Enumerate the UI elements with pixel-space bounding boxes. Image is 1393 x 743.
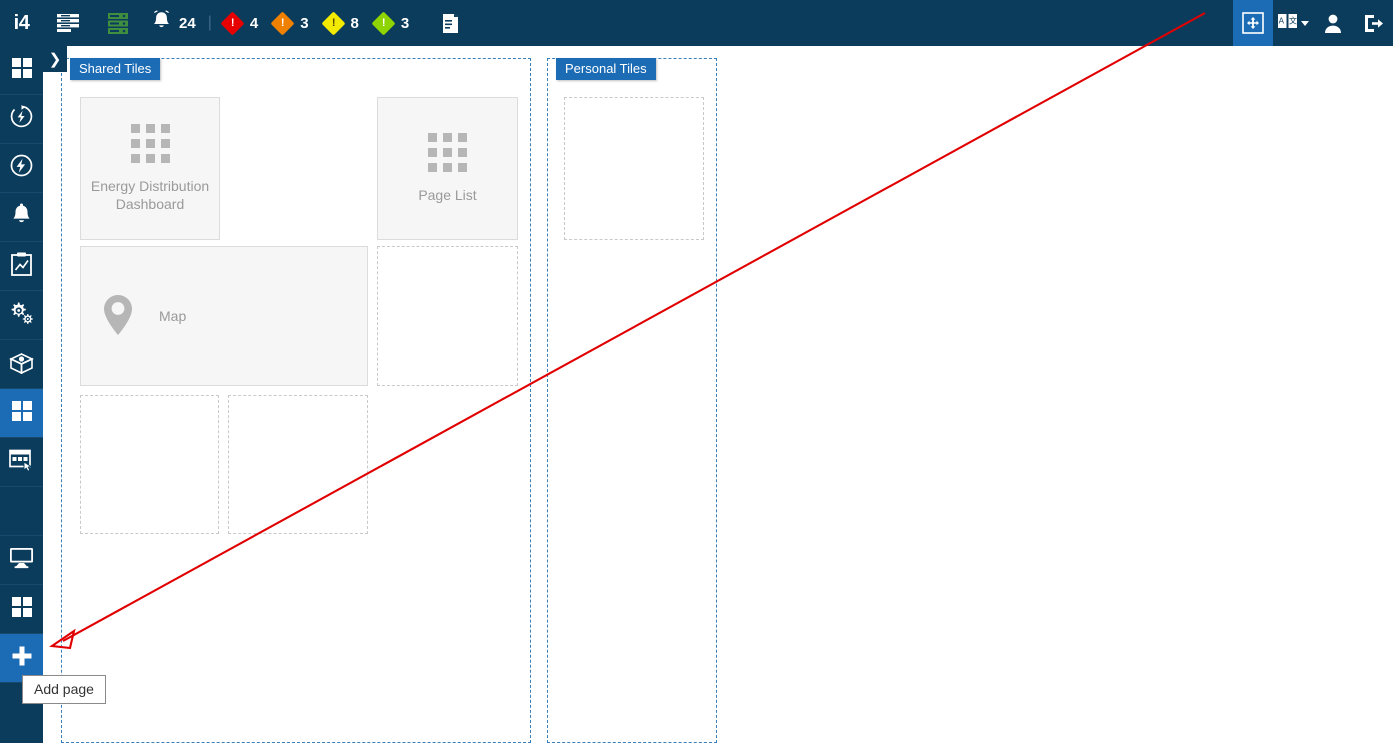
tile-label: Page List bbox=[418, 186, 477, 203]
alarm-low-count: 3 bbox=[400, 14, 410, 32]
tile-placeholder-2[interactable] bbox=[80, 395, 219, 534]
alarm-medium-count: 8 bbox=[350, 14, 359, 32]
energy-refresh-icon bbox=[9, 104, 34, 134]
tile-placeholder-3[interactable] bbox=[228, 395, 368, 534]
sidebar-item-reports[interactable] bbox=[0, 242, 43, 291]
topbar-right-group: A 文 bbox=[1233, 0, 1393, 46]
sidebar-item-forms[interactable] bbox=[0, 438, 43, 487]
grid-9-icon bbox=[130, 123, 170, 163]
tile-map[interactable]: Map bbox=[80, 246, 368, 386]
personal-tiles-zone[interactable]: Personal Tiles bbox=[547, 58, 717, 743]
server-icon[interactable] bbox=[93, 0, 143, 46]
alarm-low-icon bbox=[371, 10, 396, 36]
gears-icon bbox=[9, 301, 35, 330]
tile-placeholder-personal-1[interactable] bbox=[564, 97, 704, 240]
energy-icon bbox=[9, 153, 34, 183]
shared-tiles-zone[interactable]: Shared Tiles Energy Distribution Dashboa… bbox=[61, 58, 531, 743]
alarm-medium-icon bbox=[321, 10, 346, 36]
svg-text:文: 文 bbox=[1289, 15, 1297, 25]
svg-text:A: A bbox=[1279, 16, 1285, 25]
sidebar-item-pages[interactable] bbox=[0, 389, 43, 438]
plus-icon bbox=[10, 644, 34, 673]
separator: | bbox=[207, 14, 212, 31]
notifications-group[interactable]: 24 bbox=[151, 0, 196, 46]
grid-9-icon bbox=[428, 132, 467, 172]
bell-icon bbox=[151, 9, 172, 37]
tile-label: Energy Distribution Dashboard bbox=[90, 177, 210, 212]
alarm-low[interactable]: 3 bbox=[371, 10, 410, 36]
notification-count: 24 bbox=[179, 14, 196, 32]
sidebar-item-dashboard[interactable] bbox=[0, 46, 43, 95]
map-pin-icon bbox=[103, 294, 133, 339]
user-button[interactable] bbox=[1313, 0, 1353, 46]
tile-energy-distribution-dashboard[interactable]: Energy Distribution Dashboard bbox=[80, 97, 220, 240]
add-page-tooltip: Add page bbox=[22, 675, 106, 704]
language-button[interactable]: A 文 bbox=[1273, 0, 1313, 46]
left-sidebar bbox=[0, 46, 43, 743]
alarm-medium[interactable]: 8 bbox=[321, 10, 359, 36]
top-bar: i4 24 | ! 4 ! 3 ! 8 ! 3 A 文 bbox=[0, 0, 1393, 46]
alarm-critical[interactable]: 4 bbox=[220, 10, 259, 36]
chevron-right-icon: ❯ bbox=[48, 50, 62, 68]
bell-icon bbox=[10, 203, 33, 232]
sidebar-item-alarms[interactable] bbox=[0, 193, 43, 242]
form-cursor-icon bbox=[9, 449, 34, 476]
grid-icon bbox=[11, 596, 33, 623]
page-canvas: Shared Tiles Energy Distribution Dashboa… bbox=[43, 46, 1393, 743]
clipboard-chart-icon bbox=[10, 252, 33, 281]
personal-tiles-label: Personal Tiles bbox=[556, 58, 656, 80]
sidebar-item-settings[interactable] bbox=[0, 291, 43, 340]
sidebar-item-spacer bbox=[0, 487, 43, 536]
grid-icon bbox=[11, 400, 33, 427]
alarm-high-icon bbox=[270, 10, 295, 36]
sidebar-item-visualization[interactable] bbox=[0, 536, 43, 585]
alarm-critical-icon bbox=[220, 10, 245, 36]
sidebar-item-tiles[interactable] bbox=[0, 585, 43, 634]
alarm-high[interactable]: 3 bbox=[270, 10, 309, 36]
tile-page-list[interactable]: Page List bbox=[377, 97, 518, 240]
alarm-high-count: 3 bbox=[300, 14, 309, 32]
monitor-icon bbox=[9, 547, 34, 574]
sidebar-expand-toggle[interactable]: ❯ bbox=[43, 46, 67, 72]
tile-label: Map bbox=[159, 307, 187, 324]
sidebar-item-energy[interactable] bbox=[0, 144, 43, 193]
logout-button[interactable] bbox=[1353, 0, 1393, 46]
list-menu-icon[interactable] bbox=[43, 0, 93, 46]
open-box-icon bbox=[9, 350, 34, 379]
edit-layout-button[interactable] bbox=[1233, 0, 1273, 46]
brand-logo[interactable]: i4 bbox=[0, 0, 43, 46]
alarm-critical-count: 4 bbox=[249, 14, 259, 32]
language-icon: A 文 bbox=[1277, 11, 1298, 36]
sidebar-item-packages[interactable] bbox=[0, 340, 43, 389]
shared-tiles-label: Shared Tiles bbox=[70, 58, 161, 80]
alarm-summary: 4 3 8 3 bbox=[220, 0, 425, 46]
grid-icon bbox=[11, 57, 33, 84]
chevron-down-icon bbox=[1301, 20, 1309, 26]
book-manual-icon[interactable] bbox=[425, 0, 475, 46]
sidebar-item-energy-live[interactable] bbox=[0, 95, 43, 144]
tile-placeholder-1[interactable] bbox=[377, 246, 518, 386]
